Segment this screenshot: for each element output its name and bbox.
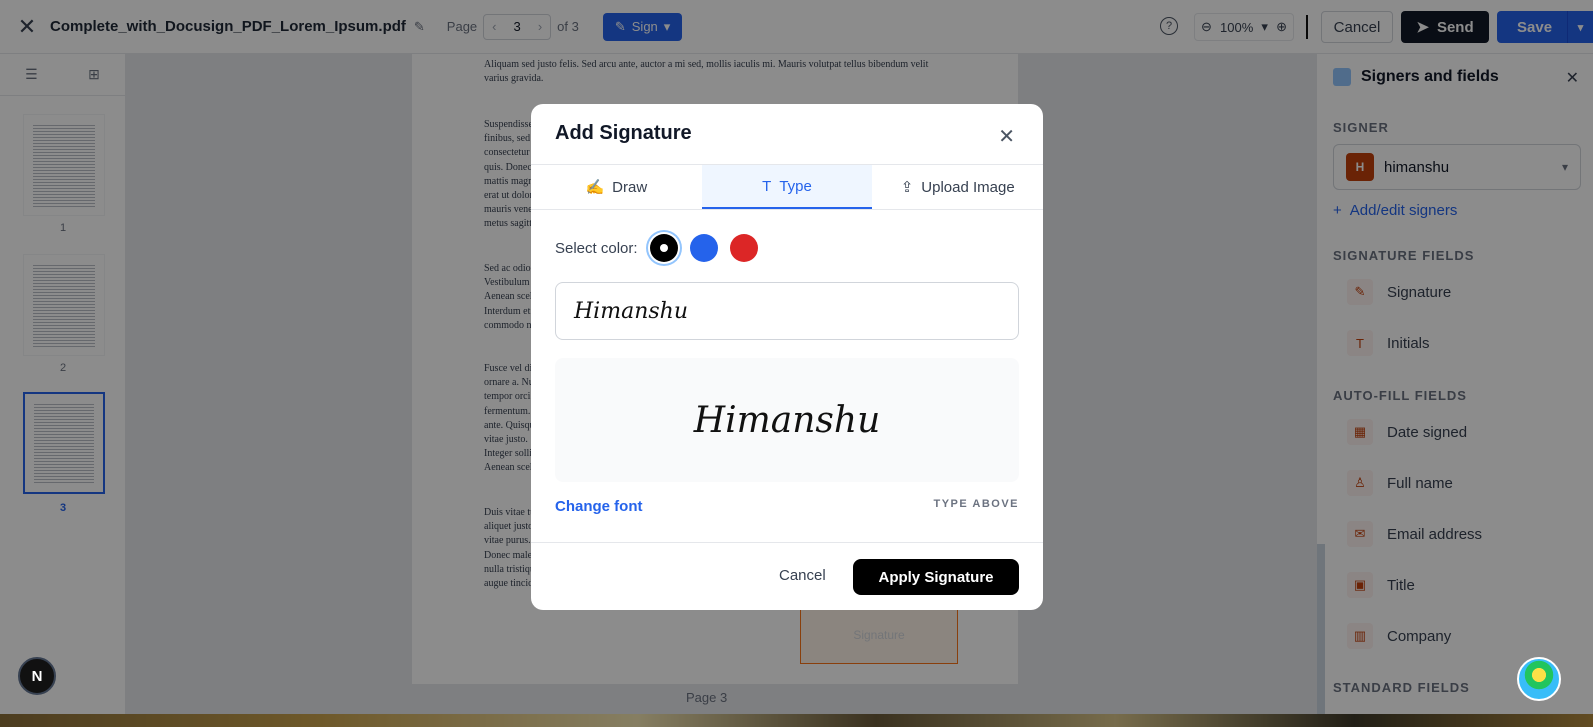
tab-upload-image[interactable]: ⇪ Upload Image <box>872 165 1043 209</box>
tab-label: Upload Image <box>921 178 1015 196</box>
apply-signature-button[interactable]: Apply Signature <box>853 559 1019 595</box>
assistant-avatar-icon[interactable] <box>1517 657 1561 701</box>
n-badge-button[interactable]: N <box>18 657 56 695</box>
color-picker: Select color: <box>555 234 758 262</box>
dialog-title: Add Signature <box>555 122 692 144</box>
cancel-button[interactable]: Cancel <box>779 567 826 584</box>
signature-text-input[interactable]: Himanshu <box>555 282 1019 340</box>
draw-icon: ✍ <box>585 179 605 196</box>
type-above-hint: TYPE ABOVE <box>933 498 1019 510</box>
select-color-label: Select color: <box>555 239 638 257</box>
close-icon[interactable]: ✕ <box>998 124 1015 149</box>
signature-method-tabs: ✍ Draw T Type ⇪ Upload Image <box>531 164 1043 210</box>
tab-label: Draw <box>612 178 648 196</box>
color-swatch-black[interactable] <box>649 234 678 262</box>
add-signature-dialog: Add Signature ✕ ✍ Draw T Type ⇪ Upload I… <box>531 104 1043 610</box>
dialog-footer: Cancel Apply Signature <box>531 542 1043 610</box>
upload-icon: ⇪ <box>900 179 914 196</box>
color-swatch-blue[interactable] <box>689 234 718 262</box>
signature-preview: Himanshu <box>555 358 1019 482</box>
tab-draw[interactable]: ✍ Draw <box>531 165 702 209</box>
tab-label: Type <box>779 177 812 195</box>
tab-type[interactable]: T Type <box>701 165 873 209</box>
change-font-link[interactable]: Change font <box>555 498 643 515</box>
text-icon: T <box>762 177 772 195</box>
color-swatch-red[interactable] <box>729 234 758 262</box>
